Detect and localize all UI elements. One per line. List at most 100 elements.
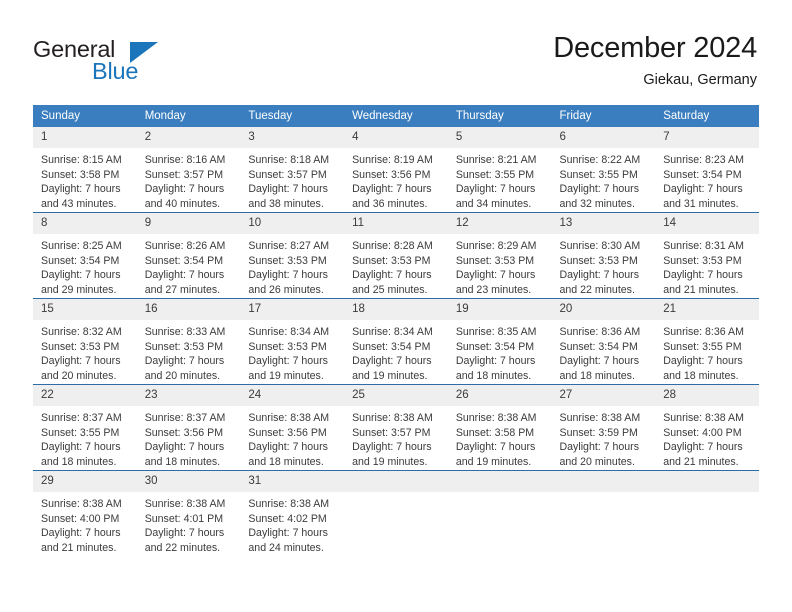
calendar-day-cell[interactable]: 1 Sunrise: 8:15 AM Sunset: 3:58 PM Daylight… xyxy=(33,127,137,213)
weekday-header-row: Sunday Monday Tuesday Wednesday Thursday… xyxy=(33,105,759,127)
sunrise-time: Sunrise: 8:38 AM xyxy=(248,498,330,510)
calendar-day-cell[interactable]: 22 Sunrise: 8:37 AM Sunset: 3:55 PM Dayligh… xyxy=(33,384,137,471)
calendar-day-cell[interactable]: 16 Sunrise: 8:33 AM Sunset: 3:53 PM Dayligh… xyxy=(136,298,241,385)
daylight-duration-line2: and 20 minutes. xyxy=(144,369,221,382)
calendar-day-cell[interactable]: 29 Sunrise: 8:38 AM Sunset: 4:00 PM Dayligh… xyxy=(33,470,137,556)
day-details: Sunrise: 8:22 AM Sunset: 3:55 PM Daylight:… xyxy=(552,148,656,211)
sunset-time: Sunset: 3:56 PM xyxy=(352,168,431,181)
generalblue-logo[interactable]: General Blue xyxy=(33,36,203,88)
daylight-duration-line1: Daylight: 7 hours xyxy=(559,355,640,368)
daylight-duration-line1: Daylight: 7 hours xyxy=(41,183,121,196)
calendar-day-cell[interactable]: 21 Sunrise: 8:36 AM Sunset: 3:55 PM Dayligh… xyxy=(655,298,759,385)
calendar-day-cell[interactable]: 17 Sunrise: 8:34 AM Sunset: 3:53 PM Dayligh… xyxy=(240,298,345,385)
sunset-time: Sunset: 4:02 PM xyxy=(248,512,327,525)
day-details: Sunrise: 8:36 AM Sunset: 3:55 PM Daylight:… xyxy=(655,320,759,383)
day-details: Sunrise: 8:21 AM Sunset: 3:55 PM Daylight:… xyxy=(448,148,552,211)
daylight-duration-line2: and 34 minutes. xyxy=(455,197,532,210)
daylight-duration-line1: Daylight: 7 hours xyxy=(352,355,432,368)
calendar-day-cell[interactable]: 15 Sunrise: 8:32 AM Sunset: 3:53 PM Dayligh… xyxy=(33,298,137,385)
daylight-duration-line2: and 19 minutes. xyxy=(248,369,324,382)
calendar-day-cell[interactable]: 6 Sunrise: 8:22 AM Sunset: 3:55 PM Daylight… xyxy=(551,127,656,213)
sunset-time: Sunset: 3:59 PM xyxy=(559,426,638,439)
daylight-duration-line1: Daylight: 7 hours xyxy=(455,269,536,282)
weekday-header-tuesday: Tuesday xyxy=(240,105,345,127)
sunset-time: Sunset: 3:53 PM xyxy=(663,254,742,267)
sunset-time: Sunset: 3:54 PM xyxy=(455,340,535,353)
daylight-duration-line2: and 21 minutes. xyxy=(663,283,739,296)
sunrise-time: Sunrise: 8:36 AM xyxy=(559,326,641,338)
weekday-header-monday: Monday xyxy=(136,105,241,127)
daylight-duration-line1: Daylight: 7 hours xyxy=(248,441,328,454)
calendar-day-cell[interactable]: 5 Sunrise: 8:21 AM Sunset: 3:55 PM Daylight… xyxy=(447,127,552,213)
sunset-time: Sunset: 3:57 PM xyxy=(248,168,327,181)
day-number: 14 xyxy=(655,213,759,234)
weekday-header-friday: Friday xyxy=(551,105,656,127)
day-details: Sunrise: 8:33 AM Sunset: 3:53 PM Daylight:… xyxy=(137,320,241,383)
calendar-day-cell[interactable]: 28 Sunrise: 8:38 AM Sunset: 4:00 PM Dayligh… xyxy=(655,384,759,471)
calendar-day-cell[interactable]: 13 Sunrise: 8:30 AM Sunset: 3:53 PM Dayligh… xyxy=(551,212,656,299)
calendar-day-cell[interactable]: 18 Sunrise: 8:34 AM Sunset: 3:54 PM Dayligh… xyxy=(344,298,448,385)
day-number: 15 xyxy=(33,299,137,320)
daylight-duration-line1: Daylight: 7 hours xyxy=(144,183,225,196)
calendar-day-cell[interactable]: 3 Sunrise: 8:18 AM Sunset: 3:57 PM Daylight… xyxy=(240,127,345,213)
sunrise-time: Sunrise: 8:34 AM xyxy=(248,326,330,338)
day-number: 19 xyxy=(447,299,552,320)
sunset-time: Sunset: 4:01 PM xyxy=(144,512,224,525)
daylight-duration-line2: and 18 minutes. xyxy=(144,455,221,468)
daylight-duration-line1: Daylight: 7 hours xyxy=(455,441,536,454)
daylight-duration-line1: Daylight: 7 hours xyxy=(663,269,743,282)
daylight-duration-line1: Daylight: 7 hours xyxy=(663,183,743,196)
sunset-time: Sunset: 3:53 PM xyxy=(41,340,120,353)
daylight-duration-line1: Daylight: 7 hours xyxy=(663,441,743,454)
sunrise-time: Sunrise: 8:32 AM xyxy=(41,326,122,338)
daylight-duration-line2: and 19 minutes. xyxy=(352,455,428,468)
day-details: Sunrise: 8:26 AM Sunset: 3:54 PM Daylight:… xyxy=(137,234,241,297)
day-number: 3 xyxy=(240,127,345,148)
calendar-day-cell[interactable]: 11 Sunrise: 8:28 AM Sunset: 3:53 PM Dayligh… xyxy=(344,212,448,299)
sunrise-time: Sunrise: 8:37 AM xyxy=(144,412,226,424)
day-number: 9 xyxy=(136,213,241,234)
calendar-day-cell[interactable]: 8 Sunrise: 8:25 AM Sunset: 3:54 PM Daylight… xyxy=(33,212,137,299)
sunset-time: Sunset: 3:53 PM xyxy=(559,254,638,267)
calendar-day-cell[interactable]: 10 Sunrise: 8:27 AM Sunset: 3:53 PM Dayligh… xyxy=(240,212,345,299)
calendar-day-cell[interactable]: 4 Sunrise: 8:19 AM Sunset: 3:56 PM Daylight… xyxy=(344,127,448,213)
calendar-day-cell[interactable]: 23 Sunrise: 8:37 AM Sunset: 3:56 PM Dayligh… xyxy=(136,384,241,471)
calendar-day-cell[interactable]: 14 Sunrise: 8:31 AM Sunset: 3:53 PM Dayligh… xyxy=(655,212,759,299)
calendar-day-cell[interactable]: 19 Sunrise: 8:35 AM Sunset: 3:54 PM Dayligh… xyxy=(447,298,552,385)
calendar-day-cell[interactable]: 26 Sunrise: 8:38 AM Sunset: 3:58 PM Dayligh… xyxy=(447,384,552,471)
daylight-duration-line1: Daylight: 7 hours xyxy=(41,527,121,540)
sunrise-time: Sunrise: 8:38 AM xyxy=(248,412,330,424)
calendar-day-cell[interactable]: 25 Sunrise: 8:38 AM Sunset: 3:57 PM Dayligh… xyxy=(344,384,448,471)
day-details: Sunrise: 8:34 AM Sunset: 3:54 PM Daylight:… xyxy=(344,320,448,383)
sunrise-time: Sunrise: 8:16 AM xyxy=(144,154,226,166)
calendar-day-cell[interactable]: 9 Sunrise: 8:26 AM Sunset: 3:54 PM Daylight… xyxy=(136,212,241,299)
day-number: 4 xyxy=(344,127,448,148)
calendar-day-cell[interactable]: 30 Sunrise: 8:38 AM Sunset: 4:01 PM Dayligh… xyxy=(136,470,241,556)
sunrise-time: Sunrise: 8:19 AM xyxy=(352,154,433,166)
daylight-duration-line2: and 43 minutes. xyxy=(41,197,117,210)
day-details: Sunrise: 8:38 AM Sunset: 3:57 PM Daylight:… xyxy=(344,406,448,469)
day-details: Sunrise: 8:35 AM Sunset: 3:54 PM Daylight:… xyxy=(448,320,552,383)
sunrise-time: Sunrise: 8:25 AM xyxy=(41,240,122,252)
calendar-day-cell[interactable]: 12 Sunrise: 8:29 AM Sunset: 3:53 PM Dayligh… xyxy=(447,212,552,299)
daylight-duration-line1: Daylight: 7 hours xyxy=(248,355,328,368)
sunrise-time: Sunrise: 8:27 AM xyxy=(248,240,330,252)
calendar-day-cell[interactable]: 24 Sunrise: 8:38 AM Sunset: 3:56 PM Dayligh… xyxy=(240,384,345,471)
weekday-header-wednesday: Wednesday xyxy=(344,105,448,127)
calendar-day-cell[interactable]: 31 Sunrise: 8:38 AM Sunset: 4:02 PM Dayligh… xyxy=(240,470,345,556)
calendar-day-cell[interactable]: 27 Sunrise: 8:38 AM Sunset: 3:59 PM Dayligh… xyxy=(551,384,656,471)
calendar-week-row: 15 Sunrise: 8:32 AM Sunset: 3:53 PM Dayligh… xyxy=(33,298,759,385)
calendar-head: Sunday Monday Tuesday Wednesday Thursday… xyxy=(33,105,759,127)
day-details: Sunrise: 8:15 AM Sunset: 3:58 PM Daylight:… xyxy=(33,148,137,211)
calendar-day-cell[interactable]: 2 Sunrise: 8:16 AM Sunset: 3:57 PM Daylight… xyxy=(136,127,241,213)
sunset-time: Sunset: 3:57 PM xyxy=(352,426,431,439)
sunrise-time: Sunrise: 8:26 AM xyxy=(144,240,226,252)
sunrise-time: Sunrise: 8:23 AM xyxy=(663,154,744,166)
calendar-day-cell[interactable]: 20 Sunrise: 8:36 AM Sunset: 3:54 PM Dayligh… xyxy=(551,298,656,385)
sunrise-time: Sunrise: 8:22 AM xyxy=(559,154,641,166)
sunset-time: Sunset: 3:54 PM xyxy=(559,340,638,353)
sunrise-time: Sunrise: 8:38 AM xyxy=(559,412,641,424)
calendar-day-cell[interactable]: 7 Sunrise: 8:23 AM Sunset: 3:54 PM Daylight… xyxy=(655,127,759,213)
page-title: December 2024 xyxy=(553,32,757,64)
sunrise-time: Sunrise: 8:38 AM xyxy=(144,498,226,510)
